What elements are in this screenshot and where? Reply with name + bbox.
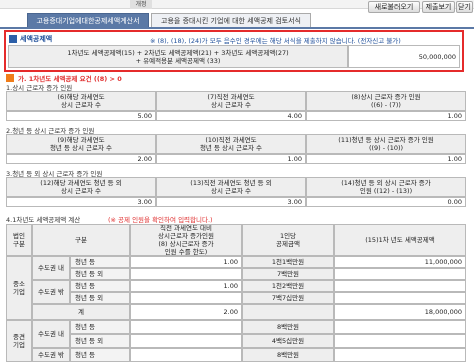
row2-sub: 청년 등	[70, 280, 130, 292]
credit-notice: ※ (8), (18), (24)가 모두 음수인 경우에는 해당 서식을 제출…	[150, 37, 401, 45]
row7-increase[interactable]	[130, 348, 242, 362]
total-per-person	[242, 304, 334, 320]
sec4-region-capital-out: 수도권 밖	[32, 280, 70, 304]
sec2-value-10[interactable]: 1.00	[156, 154, 306, 164]
row5-per-person: 8백만원	[242, 320, 334, 334]
sec1-header-6: (6)해당 과세연도 상시 근로자 수	[6, 91, 156, 111]
row1-sub: 청년 등 외	[70, 268, 130, 280]
section-icon	[9, 35, 17, 43]
sec2-header-9: (9)해당 과세연도 청년 등 상시 근로자 수	[6, 134, 156, 154]
row3-sub: 청년 등 외	[70, 292, 130, 304]
sec3-header-13: (13)직전 과세연도 청년 등 외 상시 근로자 수	[156, 177, 306, 197]
row0-per-person: 1천1백만원	[242, 256, 334, 268]
sec1-header-7: (7)직전 과세연도 상시 근로자 수	[156, 91, 306, 111]
sec2-value-11: 1.00	[306, 154, 466, 164]
sec2-header-10: (10)직전 과세연도 청년 등 상시 근로자 수	[156, 134, 306, 154]
sec4-header-corp: 법인 구분	[6, 224, 32, 256]
row0-increase[interactable]: 1.00	[130, 256, 242, 268]
row1-per-person: 7백만원	[242, 268, 334, 280]
sec4-title: 4.1차년도 세액공제액 계산	[6, 216, 81, 224]
row3-per-person: 7백7십만원	[242, 292, 334, 304]
row0-sub: 청년 등	[70, 256, 130, 268]
sec4-header-type: 구분	[32, 224, 130, 256]
sec4-header-per-person: 1인당 공제금액	[242, 224, 334, 256]
row3-increase[interactable]	[130, 292, 242, 304]
row5-sub: 청년 등	[70, 320, 130, 334]
sec4-header-credit: (15)1차 년도 세액공제액	[334, 224, 466, 256]
sec4-region-capital-out-mid: 수도권 밖	[32, 348, 70, 362]
formula-line-1: 1차년도 세액공제액(15) + 2차년도 세액공제액(21) + 3차년도 세…	[67, 48, 289, 57]
refresh-button[interactable]: 새로불러오기	[368, 1, 420, 13]
close-button[interactable]: 닫기	[456, 1, 473, 13]
row2-increase[interactable]: 1.00	[130, 280, 242, 292]
sec4-header-increase: 직전 과세연도 대비 상시근로자 증가인원 (8) 상시근로자 증가 인원 수를…	[130, 224, 242, 256]
tab-credit-calc[interactable]: 고용증대기업에대한공제세액계산서	[27, 13, 149, 27]
credit-amount-field[interactable]: 50,000,000	[348, 45, 460, 68]
row2-credit	[334, 280, 466, 292]
revision-tag: 개정	[130, 0, 152, 9]
row5-increase[interactable]	[130, 320, 242, 334]
row7-sub: 청년 등	[70, 348, 130, 362]
row0-credit: 11,000,000	[334, 256, 466, 268]
sec3-value-14: 0.00	[306, 197, 466, 207]
formula-line-2: + 유예적용분 세액공제액 (33)	[135, 56, 221, 65]
row6-sub: 청년 등 외	[70, 334, 130, 348]
row2-per-person: 1천2백만원	[242, 280, 334, 292]
section-marker-icon	[6, 74, 14, 82]
sec4-region-capital-in: 수도권 내	[32, 256, 70, 280]
sec4-total-label: 계	[32, 304, 130, 320]
row3-credit	[334, 292, 466, 304]
sec2-value-9[interactable]: 2.00	[6, 154, 156, 164]
sec4-region-capital-in-mid: 수도권 내	[32, 320, 70, 348]
sec3-value-13[interactable]: 3.00	[156, 197, 306, 207]
tab-underline	[0, 27, 474, 29]
tab-review-form[interactable]: 고용을 증대시킨 기업에 대한 세액공제 검토서식	[151, 13, 311, 27]
sec4-corp-sme: 중소 기업	[6, 256, 32, 320]
row5-credit	[334, 320, 466, 334]
total-credit: 18,000,000	[334, 304, 466, 320]
sec1-value-6[interactable]: 5.00	[6, 111, 156, 121]
row6-increase[interactable]	[130, 334, 242, 348]
sec1-header-8: (8)상시 근로자 증가 인원 ((6) - (7))	[306, 91, 466, 111]
sec3-value-12[interactable]: 3.00	[6, 197, 156, 207]
row7-credit	[334, 348, 466, 362]
total-increase: 2.00	[130, 304, 242, 320]
sec2-header-11: (11)청년 등 상시 근로자 증가 인원 ((9) - (10))	[306, 134, 466, 154]
sec4-corp-midsize: 중견 기업	[6, 320, 32, 362]
row6-credit	[334, 334, 466, 348]
sec1-value-7[interactable]: 4.00	[156, 111, 306, 121]
credit-title: 세액공제액	[20, 35, 53, 43]
sec3-header-12: (12)해당 과세연도 청년 등 외 상시 근로자 수	[6, 177, 156, 197]
row1-credit	[334, 268, 466, 280]
sec4-note: (※ 공제 인원을 확인하여 입력합니다.)	[108, 216, 213, 224]
row7-per-person: 8백만원	[242, 348, 334, 362]
credit-formula: 1차년도 세액공제액(15) + 2차년도 세액공제액(21) + 3차년도 세…	[8, 45, 348, 68]
row1-increase[interactable]	[130, 268, 242, 280]
submit-view-button[interactable]: 제출보기	[422, 1, 455, 13]
sec1-value-8: 1.00	[306, 111, 466, 121]
row6-per-person: 4백5십만원	[242, 334, 334, 348]
sec3-header-14: (14)청년 등 외 상시 근로자 증가 인원 ((12) - (13))	[306, 177, 466, 197]
